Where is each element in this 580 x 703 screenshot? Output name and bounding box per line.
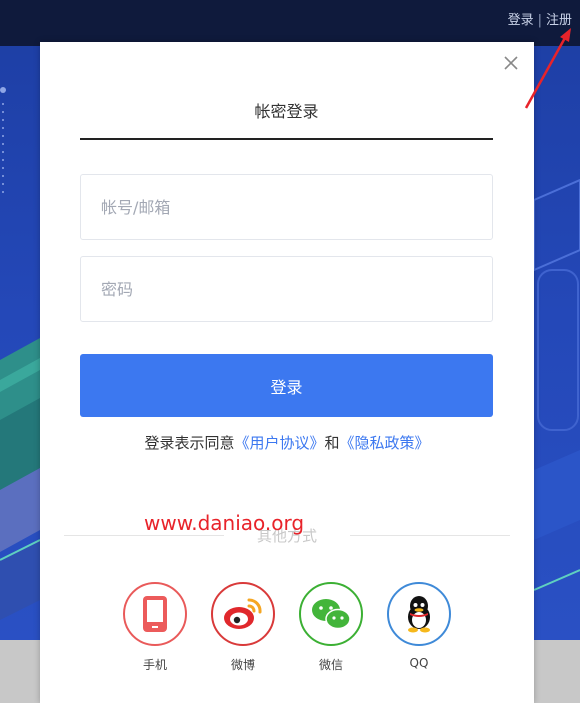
- tab-active-underline: [80, 138, 493, 140]
- dotted-line-left: [0, 87, 6, 193]
- weibo-login-button[interactable]: 微博: [211, 582, 275, 673]
- wechat-login-circle: [299, 582, 363, 646]
- weibo-icon: [224, 598, 262, 629]
- qq-login-label: QQ: [409, 656, 429, 670]
- qq-login-circle: [387, 582, 451, 646]
- password-field: [80, 256, 493, 322]
- account-input[interactable]: [81, 175, 492, 239]
- iso-line-right: [533, 569, 580, 591]
- tab-password-login[interactable]: 帐密登录: [80, 98, 493, 122]
- wechat-icon: [312, 599, 351, 630]
- password-input[interactable]: [81, 257, 492, 321]
- user-agreement-link[interactable]: 《用户协议》: [234, 434, 324, 452]
- login-link[interactable]: 登录: [508, 13, 534, 28]
- auth-links: 登录 | 注册: [508, 9, 572, 28]
- link-separator: |: [537, 13, 542, 28]
- qq-icon: [408, 596, 430, 633]
- weibo-login-label: 微博: [230, 658, 255, 672]
- agreement-text: 登录表示同意《用户协议》和《隐私政策》: [40, 432, 534, 453]
- top-navigation-bar: 登录 | 注册: [0, 0, 580, 46]
- account-field: [80, 174, 493, 240]
- iso-block-left-5: [0, 540, 40, 620]
- wechat-login-label: 微信: [318, 658, 343, 672]
- login-modal: 帐密登录 登录 登录表示同意《用户协议》和《隐私政策》 其他方式 www.dan…: [40, 42, 534, 703]
- iso-frame-right-1: [533, 178, 580, 272]
- register-link[interactable]: 注册: [546, 13, 572, 28]
- agreement-and: 和: [324, 434, 340, 452]
- privacy-policy-link[interactable]: 《隐私政策》: [340, 434, 430, 452]
- close-icon: [504, 56, 518, 70]
- phone-login-circle: [123, 582, 187, 646]
- phone-login-button[interactable]: 手机: [123, 582, 187, 673]
- close-button[interactable]: [500, 52, 522, 74]
- watermark-text: www.daniao.org: [144, 511, 305, 535]
- iso-block-right-1: [534, 450, 580, 540]
- login-button[interactable]: 登录: [80, 354, 493, 417]
- phone-icon: [143, 596, 167, 632]
- divider-line-right: [350, 535, 510, 536]
- wechat-login-button[interactable]: 微信: [299, 582, 363, 673]
- phone-login-label: 手机: [142, 658, 167, 672]
- iso-frame-right-2: [537, 269, 579, 431]
- weibo-login-circle: [211, 582, 275, 646]
- agreement-prefix: 登录表示同意: [144, 434, 235, 452]
- qq-login-button[interactable]: QQ: [387, 582, 451, 670]
